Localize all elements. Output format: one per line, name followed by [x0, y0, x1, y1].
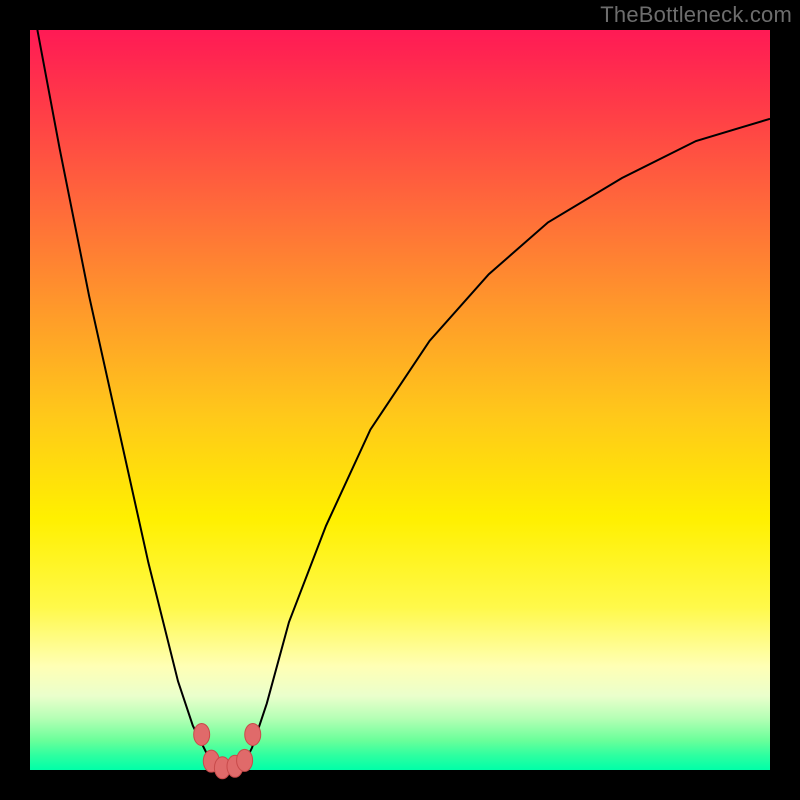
- dip-marker-5: [237, 749, 253, 771]
- plot-area: [30, 30, 770, 770]
- plot-svg: [30, 30, 770, 770]
- bottleneck-curve: [37, 30, 770, 770]
- watermark-text: TheBottleneck.com: [600, 2, 792, 28]
- chart-frame: TheBottleneck.com: [0, 0, 800, 800]
- dip-marker-1: [194, 723, 210, 745]
- dip-marker-6: [245, 723, 261, 745]
